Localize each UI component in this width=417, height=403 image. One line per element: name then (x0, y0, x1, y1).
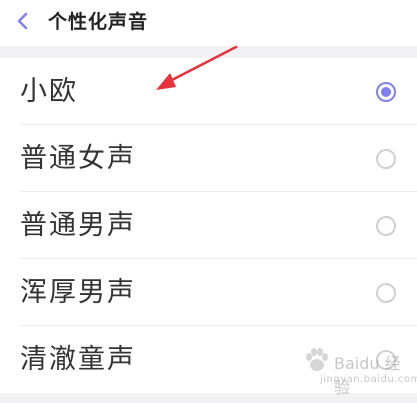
voice-option-clear-child[interactable]: 清澈童声 (0, 326, 417, 393)
radio-unselected-icon[interactable] (376, 216, 396, 236)
radio-unselected-icon[interactable] (376, 283, 396, 303)
voice-option-label: 普通男声 (20, 210, 136, 241)
voice-option-label: 普通女声 (20, 143, 136, 174)
voice-option-xiaoou[interactable]: 小欧 (0, 58, 417, 125)
chevron-left-icon (17, 12, 28, 30)
voice-option-normal-male[interactable]: 普通男声 (0, 192, 417, 259)
radio-selected-icon[interactable] (376, 82, 396, 102)
radio-unselected-icon[interactable] (376, 149, 396, 169)
top-bar: 个性化声音 (0, 0, 417, 46)
back-button[interactable] (12, 10, 34, 32)
voice-option-deep-male[interactable]: 浑厚男声 (0, 259, 417, 326)
voice-option-normal-female[interactable]: 普通女声 (0, 125, 417, 192)
voice-option-label: 清澈童声 (20, 344, 136, 375)
voice-list: 小欧 普通女声 普通男声 浑厚男声 清澈童声 (0, 58, 417, 393)
voice-settings-screen: 个性化声音 小欧 普通女声 普通男声 浑厚男声 清澈童声 Baidu 经验 ji… (0, 0, 417, 403)
page-title: 个性化声音 (48, 11, 149, 33)
voice-option-label: 浑厚男声 (20, 277, 136, 308)
radio-unselected-icon[interactable] (376, 350, 396, 370)
voice-option-label: 小欧 (20, 76, 78, 107)
